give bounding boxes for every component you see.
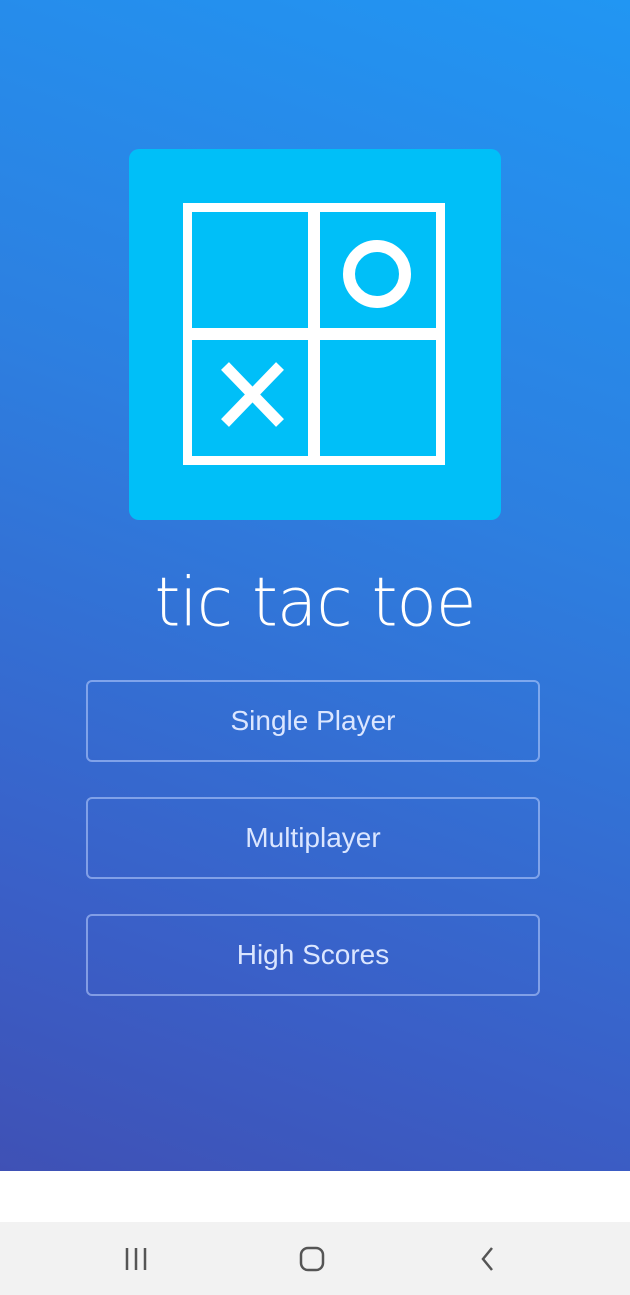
- app-logo: [129, 149, 501, 520]
- back-button[interactable]: [448, 1222, 528, 1295]
- single-player-button[interactable]: Single Player: [86, 680, 540, 762]
- recents-icon: [125, 1247, 147, 1270]
- home-button[interactable]: [272, 1222, 352, 1295]
- multiplayer-button[interactable]: Multiplayer: [86, 797, 540, 879]
- back-icon: [481, 1246, 493, 1271]
- app-title-container: tic tac toe: [0, 558, 630, 648]
- high-scores-button[interactable]: High Scores: [86, 914, 540, 996]
- system-navigation-bar: [0, 1222, 630, 1295]
- screen: tic tac toe Single Player Multiplayer Hi…: [0, 0, 630, 1295]
- x-mark-icon: [221, 362, 284, 427]
- home-icon: [299, 1246, 325, 1271]
- recents-button[interactable]: [96, 1222, 176, 1295]
- app-title: tic tac toe: [154, 563, 477, 642]
- tic-tac-toe-board-icon: [183, 203, 445, 465]
- app-main-screen: tic tac toe Single Player Multiplayer Hi…: [0, 0, 630, 1171]
- o-mark-icon: [343, 240, 411, 308]
